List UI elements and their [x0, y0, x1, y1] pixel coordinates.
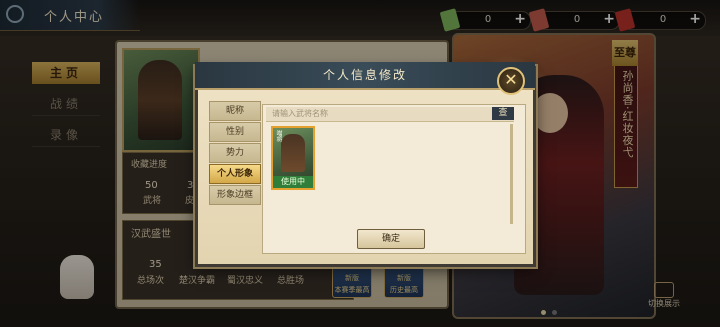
tab-faction[interactable]: 势力 — [209, 143, 261, 163]
avatar-option-card[interactable]: 喵将 使用中 — [271, 126, 315, 190]
in-use-badge: 使用中 — [273, 176, 313, 188]
dialog-title: 个人信息修改 — [322, 68, 407, 82]
confirm-button[interactable]: 确定 — [357, 229, 425, 249]
search-input[interactable]: 请输入武将名称 — [266, 107, 514, 122]
close-button[interactable]: ✕ — [497, 67, 525, 95]
scrollbar[interactable] — [510, 124, 513, 224]
tab-nickname[interactable]: 昵称 — [209, 101, 261, 121]
search-button[interactable]: 查 — [492, 107, 514, 120]
tab-avatar-frame[interactable]: 形象边框 — [209, 185, 261, 205]
avatar-figure — [281, 134, 305, 172]
avatar-tag: 喵将 — [275, 130, 282, 142]
tab-avatar[interactable]: 个人形象 — [209, 164, 261, 184]
search-placeholder: 请输入武将名称 — [272, 109, 328, 118]
tab-gender[interactable]: 性别 — [209, 122, 261, 142]
